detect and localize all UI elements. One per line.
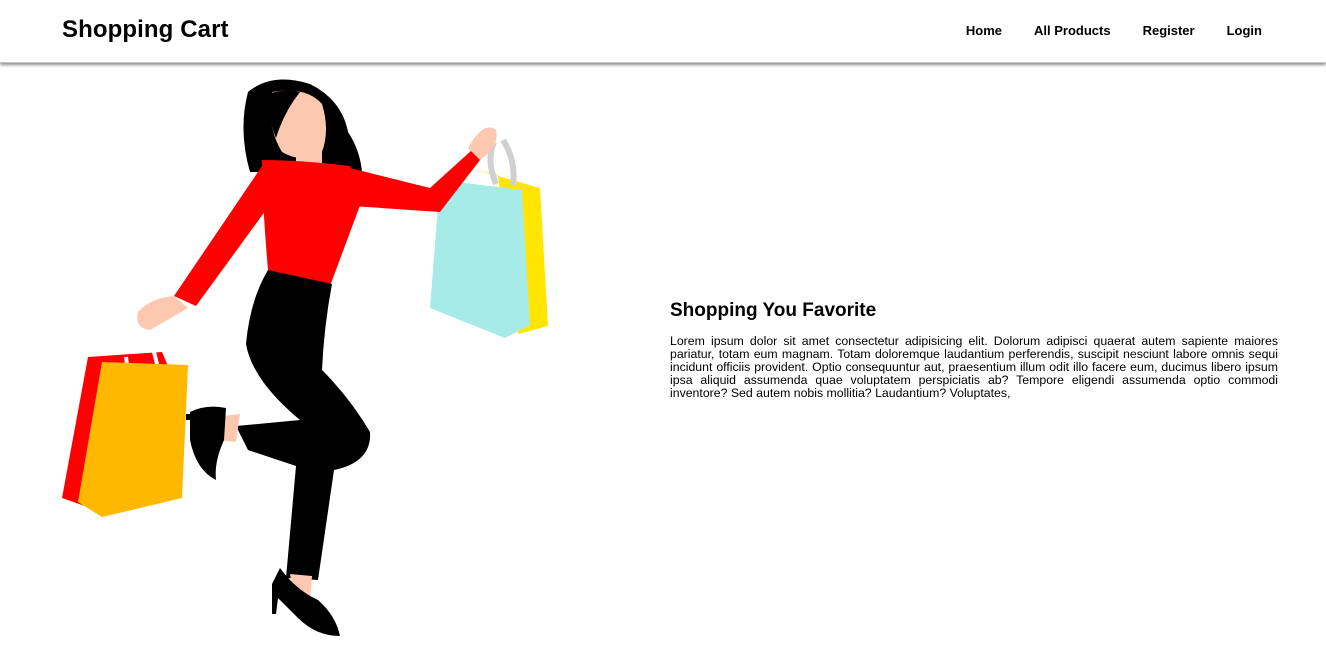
back-shoe [186,406,226,480]
right-shopping-bags [430,138,548,338]
woman-with-shopping-bags-illustration [62,79,548,636]
nav-link-register[interactable]: Register [1143,23,1195,38]
navbar: Shopping Cart Home All Products Register… [0,0,1326,63]
hero-content: Shopping You Favorite Lorem ipsum dolor … [670,300,1278,400]
nav-link-login[interactable]: Login [1227,23,1262,38]
nav-link-all-products[interactable]: All Products [1034,23,1111,38]
shirt [262,160,362,286]
brand-logo[interactable]: Shopping Cart [62,16,229,44]
pants [236,270,371,580]
hero-title: Shopping You Favorite [670,300,877,321]
nav-link-home[interactable]: Home [966,23,1002,38]
left-shopping-bags [62,351,188,517]
nav-links: Home All Products Register Login [934,23,1262,38]
hero-description: Lorem ipsum dolor sit amet consectetur a… [670,334,1278,400]
